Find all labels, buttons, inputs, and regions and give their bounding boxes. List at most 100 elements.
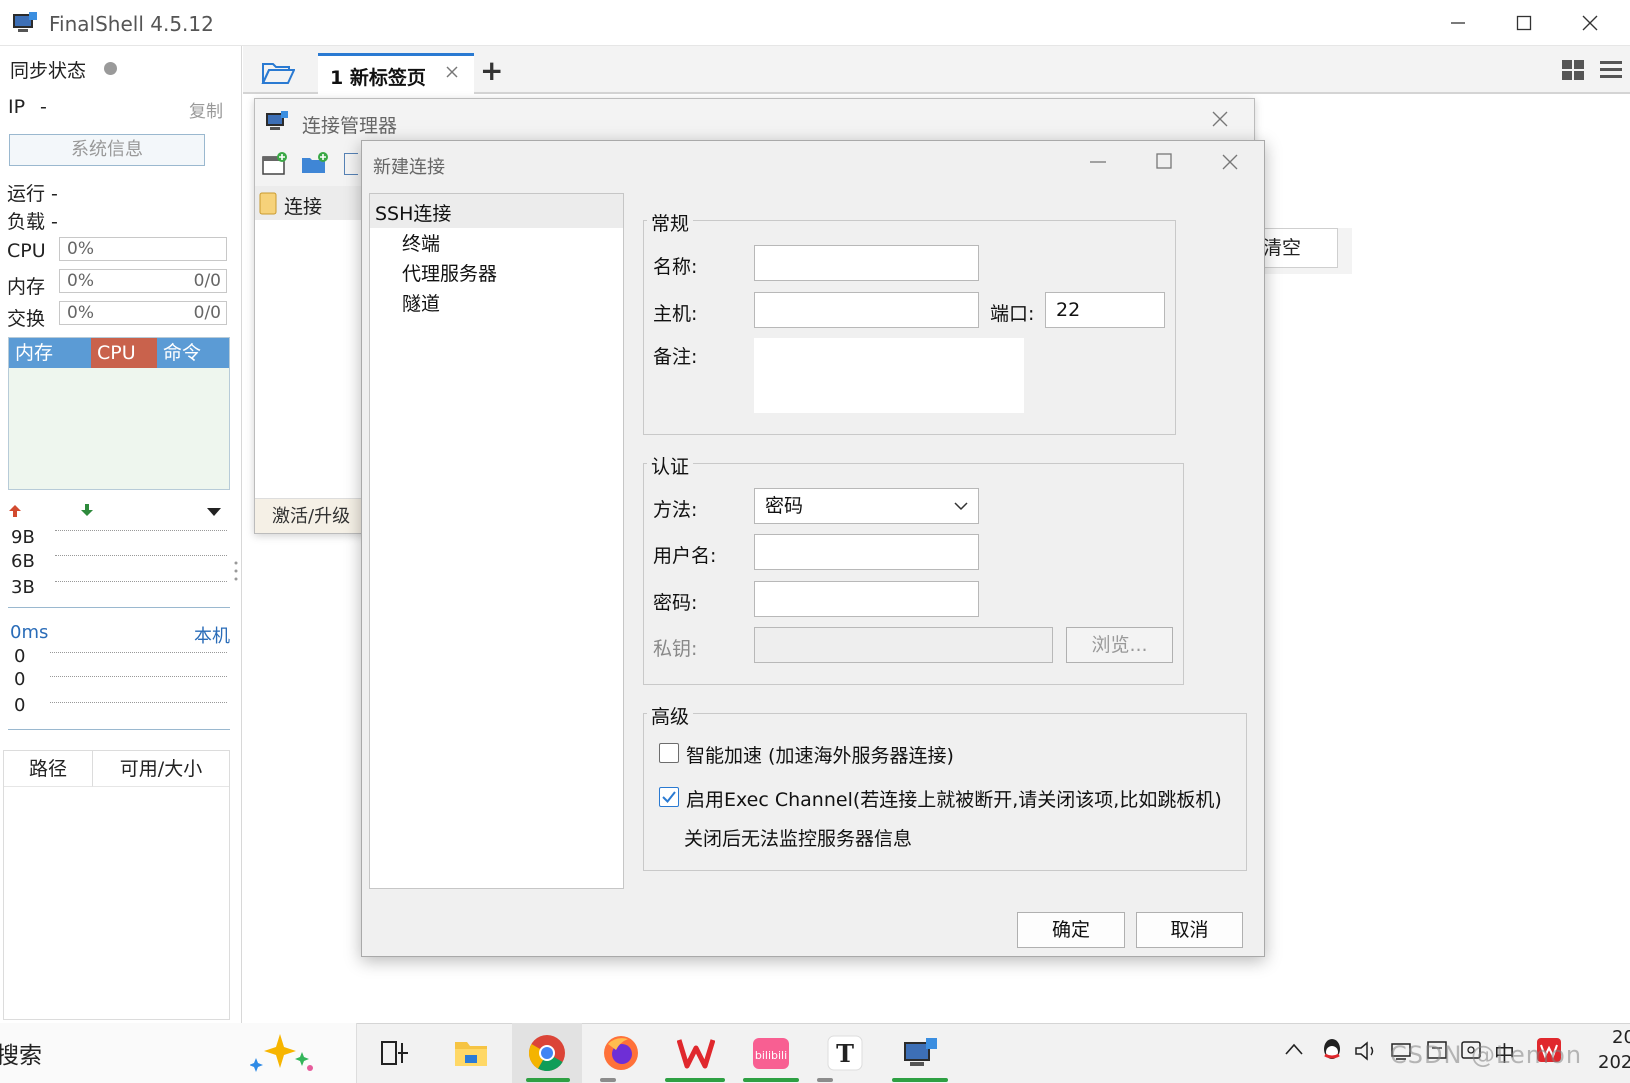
tab-memory[interactable]: 内存 xyxy=(9,338,91,368)
auth-method-value: 密码 xyxy=(765,495,804,517)
network-dropdown-icon[interactable] xyxy=(206,507,222,517)
tree-item-proxy[interactable]: 代理服务器 xyxy=(402,259,497,286)
tab-command[interactable]: 命令 xyxy=(157,338,229,368)
tab-new-tab[interactable]: 1 新标签页 xyxy=(318,53,474,94)
new-folder-icon[interactable] xyxy=(301,152,329,176)
tab-close-icon[interactable] xyxy=(446,66,458,78)
ping-gridline xyxy=(50,676,227,677)
username-label: 用户名: xyxy=(653,545,717,567)
grid-view-icon[interactable] xyxy=(1562,60,1584,80)
finalshell-taskbar-icon[interactable] xyxy=(897,1030,943,1076)
chrome-running-indicator xyxy=(526,1078,570,1082)
ping-tick: 0 xyxy=(14,669,26,690)
ping-graph-baseline xyxy=(8,729,230,730)
splitter-handle[interactable] xyxy=(234,560,238,582)
host-label: 主机: xyxy=(653,303,698,325)
advanced-group-title: 高级 xyxy=(647,702,694,729)
ok-button[interactable]: 确定 xyxy=(1017,912,1125,948)
net-tick: 3B xyxy=(11,577,35,598)
net-tick: 6B xyxy=(11,551,35,572)
activate-upgrade-link[interactable]: 激活/升级 xyxy=(255,498,362,533)
name-input[interactable] xyxy=(754,245,979,281)
connection-manager-close-icon[interactable] xyxy=(1212,111,1228,127)
close-button[interactable] xyxy=(1557,0,1623,46)
private-key-label: 私钥: xyxy=(653,638,698,660)
chrome-icon[interactable] xyxy=(524,1030,570,1076)
net-gridline xyxy=(55,581,227,582)
note-textarea[interactable] xyxy=(754,338,1024,413)
chevron-down-icon xyxy=(954,502,968,511)
disk-table: 路径 可用/大小 xyxy=(3,750,230,1020)
name-label: 名称: xyxy=(653,256,698,278)
sync-status-label: 同步状态 xyxy=(10,60,87,82)
system-info-button[interactable]: 系统信息 xyxy=(9,134,205,166)
svg-text:T: T xyxy=(836,1039,854,1068)
menu-icon[interactable] xyxy=(1600,60,1622,80)
typora-running-indicator xyxy=(817,1078,833,1082)
bilibili-icon[interactable]: bilibili xyxy=(748,1030,794,1076)
cpu-label: CPU xyxy=(7,240,46,262)
dialog-minimize-button[interactable] xyxy=(1090,160,1106,164)
dialog-close-button[interactable] xyxy=(1222,154,1238,170)
ip-label: IP xyxy=(8,96,26,118)
new-connection-icon[interactable] xyxy=(262,152,288,176)
password-input[interactable] xyxy=(754,581,979,617)
auth-group-title: 认证 xyxy=(647,452,694,479)
checkmark-icon xyxy=(662,791,676,804)
method-label: 方法: xyxy=(653,499,698,521)
copy-ip-link[interactable]: 复制 xyxy=(189,97,223,122)
ping-gridline xyxy=(50,652,227,653)
general-group-title: 常规 xyxy=(647,209,694,236)
task-view-icon[interactable] xyxy=(372,1030,418,1076)
host-input[interactable] xyxy=(754,292,979,328)
tab-cpu[interactable]: CPU xyxy=(91,338,157,368)
browse-button[interactable]: 浏览... xyxy=(1066,627,1173,663)
copilot-sparkle-icon[interactable] xyxy=(250,1032,346,1072)
open-folder-icon[interactable] xyxy=(261,58,295,86)
net-gridline xyxy=(55,555,227,556)
tree-item-terminal[interactable]: 终端 xyxy=(402,229,440,256)
firefox-icon[interactable] xyxy=(598,1030,644,1076)
swap-usage-bar: 0% 0/0 xyxy=(59,301,227,325)
memory-usage-bar: 0% 0/0 xyxy=(59,269,227,293)
exec-channel-checkbox[interactable] xyxy=(659,787,679,807)
toolbar-more-icon[interactable] xyxy=(344,153,358,175)
cpu-usage-bar: 0% xyxy=(59,237,227,261)
connection-manager-title: 连接管理器 xyxy=(302,115,398,137)
sync-status-dot xyxy=(104,62,117,75)
net-tick: 9B xyxy=(11,527,35,548)
tree-item-tunnel[interactable]: 隧道 xyxy=(402,289,440,316)
dialog-maximize-button[interactable] xyxy=(1156,153,1172,169)
disk-column-size[interactable]: 可用/大小 xyxy=(93,751,229,787)
cancel-button[interactable]: 取消 xyxy=(1136,912,1243,948)
private-key-input[interactable] xyxy=(754,627,1053,663)
swap-usage-amount: 0/0 xyxy=(193,303,221,323)
qq-icon[interactable] xyxy=(1320,1037,1344,1063)
add-tab-button[interactable]: + xyxy=(480,54,503,87)
tray-expand-icon[interactable] xyxy=(1285,1043,1303,1055)
tree-item-ssh[interactable]: SSH连接 xyxy=(375,199,451,226)
ip-value: - xyxy=(40,96,47,118)
clock-date: 2025 xyxy=(1598,1052,1630,1073)
typora-icon[interactable]: T xyxy=(822,1030,868,1076)
ping-host[interactable]: 本机 xyxy=(194,622,230,648)
dialog-title: 新建连接 xyxy=(373,157,445,178)
wps-running-indicator xyxy=(665,1078,725,1082)
volume-icon[interactable] xyxy=(1354,1040,1380,1062)
smart-accel-checkbox[interactable] xyxy=(659,743,679,763)
minimize-button[interactable] xyxy=(1425,0,1491,46)
download-arrow-icon xyxy=(80,503,94,517)
ping-latency: 0ms xyxy=(10,622,49,643)
username-input[interactable] xyxy=(754,534,979,570)
clock-time: 20 xyxy=(1612,1027,1630,1048)
port-input[interactable]: 22 xyxy=(1045,292,1165,328)
maximize-button[interactable] xyxy=(1491,0,1557,46)
memory-usage-amount: 0/0 xyxy=(193,271,221,291)
wps-office-icon[interactable] xyxy=(673,1030,719,1076)
auth-method-select[interactable]: 密码 xyxy=(754,488,979,524)
exec-channel-label: 启用Exec Channel(若连接上就被断开,请关闭该项,比如跳板机) xyxy=(686,789,1222,811)
disk-column-path[interactable]: 路径 xyxy=(4,751,93,787)
upload-arrow-icon xyxy=(8,504,22,518)
password-label: 密码: xyxy=(653,592,698,614)
file-explorer-icon[interactable] xyxy=(448,1030,494,1076)
